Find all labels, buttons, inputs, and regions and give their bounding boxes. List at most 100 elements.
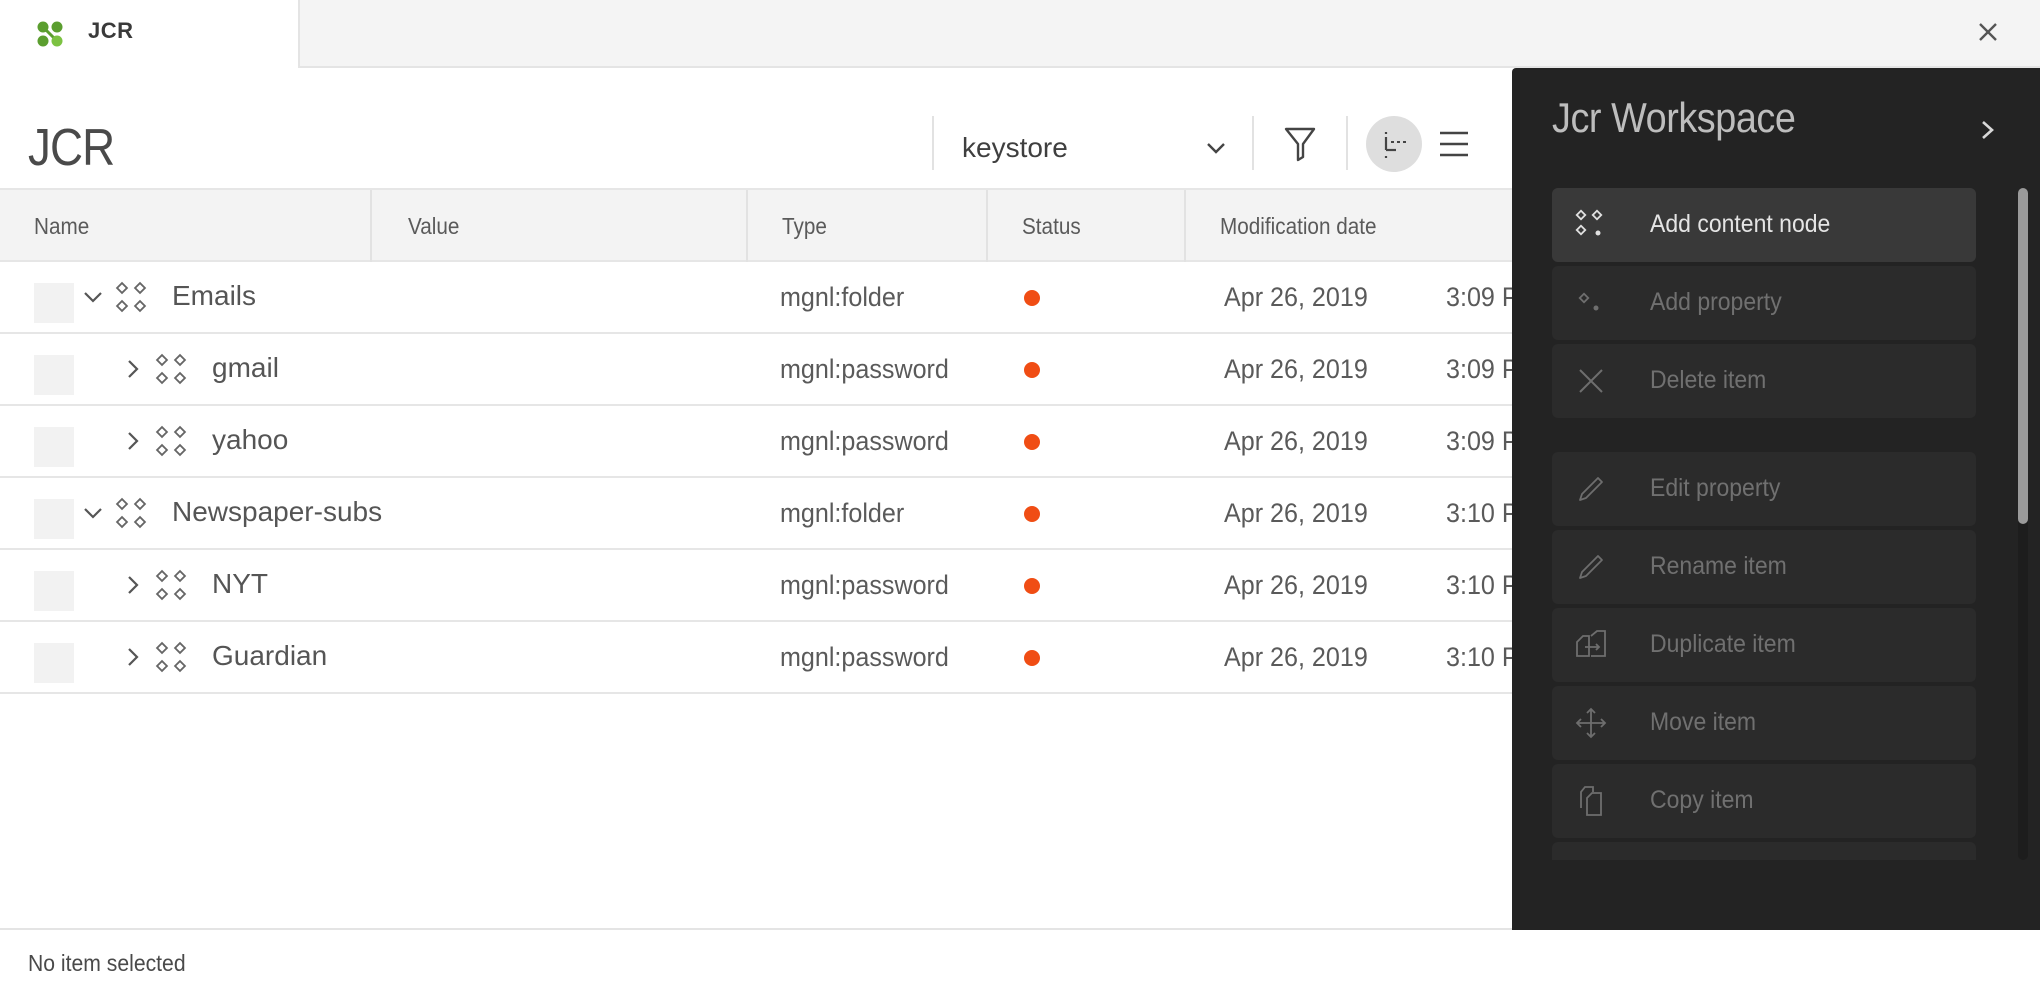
table-row[interactable]: Newspaper-subs mgnl:folder Apr 26, 2019 … [0, 478, 1512, 550]
action-label: Copy item [1650, 786, 1754, 814]
action-label: Edit property [1650, 474, 1781, 502]
actions-panel: Jcr Workspace Add content node Add prope… [1512, 68, 2040, 930]
filter-button[interactable] [1278, 122, 1322, 166]
column-header-name[interactable]: Name [0, 190, 372, 262]
row-checkbox[interactable] [34, 571, 74, 611]
node-type: mgnl:password [780, 570, 949, 600]
toolbar-divider [932, 116, 934, 170]
chevron-down-icon[interactable] [80, 284, 106, 310]
action-delete-item[interactable]: Delete item [1552, 344, 1976, 418]
node-name: Guardian [212, 640, 328, 671]
action-duplicate-item[interactable]: Duplicate item [1552, 608, 1976, 682]
copy-icon [1580, 786, 1602, 816]
jcr-tree-table: Name Value Type Status Modification date… [0, 188, 1512, 928]
table-row[interactable]: Guardian mgnl:password Apr 26, 2019 3:10… [0, 622, 1512, 694]
actions-panel-title: Jcr Workspace [1552, 94, 1796, 141]
add-node-icon [1575, 209, 1603, 236]
status-indicator [1024, 434, 1040, 450]
page-title: JCR [28, 119, 115, 177]
chevron-down-icon [1207, 143, 1225, 154]
list-view-toggle[interactable] [1432, 122, 1476, 166]
footer-divider [0, 928, 1512, 930]
table-row[interactable]: yahoo mgnl:password Apr 26, 2019 3:09 PM [0, 406, 1512, 478]
modification-time: 3:10 PM [1446, 498, 1512, 528]
toolbar-divider [1346, 116, 1348, 170]
modification-date: Apr 26, 2019 [1224, 282, 1368, 312]
action-rename-item[interactable]: Rename item [1552, 530, 1976, 604]
node-type: mgnl:password [780, 354, 949, 384]
modification-date: Apr 26, 2019 [1224, 642, 1368, 672]
action-add-content-node[interactable]: Add content node [1552, 188, 1976, 262]
table-body: Emails mgnl:folder Apr 26, 2019 3:09 PM … [0, 262, 1512, 694]
content-node-icon [155, 353, 187, 385]
node-type: mgnl:password [780, 642, 949, 672]
modification-time: 3:09 PM [1446, 354, 1512, 384]
actions-scrollbar[interactable] [2018, 188, 2028, 860]
modification-time: 3:09 PM [1446, 426, 1512, 456]
action-edit-property[interactable]: Edit property [1552, 452, 1976, 526]
row-checkbox[interactable] [34, 283, 74, 323]
row-checkbox[interactable] [34, 427, 74, 467]
filter-icon [1284, 127, 1316, 162]
node-type: mgnl:folder [780, 498, 905, 528]
table-row[interactable]: NYT mgnl:password Apr 26, 2019 3:10 PM [0, 550, 1512, 622]
app-tab-bar: JCR [0, 0, 2040, 68]
chevron-right-icon[interactable] [120, 644, 146, 670]
content-node-icon [115, 281, 147, 313]
modification-time: 3:10 PM [1446, 642, 1512, 672]
table-row[interactable]: Emails mgnl:folder Apr 26, 2019 3:09 PM [0, 262, 1512, 334]
chevron-right-icon[interactable] [120, 428, 146, 454]
node-type: mgnl:folder [780, 282, 905, 312]
column-header-value[interactable]: Value [372, 190, 748, 262]
node-name: Newspaper-subs [172, 496, 383, 527]
duplicate-icon [1576, 630, 1606, 657]
node-name: yahoo [212, 424, 289, 455]
modification-time: 3:10 PM [1446, 570, 1512, 600]
content-node-icon [155, 425, 187, 457]
actions-scrollbar-thumb[interactable] [2018, 188, 2028, 524]
modification-date: Apr 26, 2019 [1224, 354, 1368, 384]
column-header-type[interactable]: Type [748, 190, 988, 262]
node-name: NYT [212, 568, 268, 599]
jcr-app-logo-icon [37, 21, 63, 47]
status-indicator [1024, 290, 1040, 306]
workspace-select-value: keystore [962, 132, 1068, 163]
chevron-down-icon[interactable] [80, 500, 106, 526]
selection-status: No item selected [28, 950, 186, 976]
chevron-right-icon[interactable] [1974, 112, 2002, 148]
modification-date: Apr 26, 2019 [1224, 498, 1368, 528]
row-checkbox[interactable] [34, 499, 74, 539]
tree-view-icon [1384, 132, 1406, 158]
modification-date: Apr 26, 2019 [1224, 426, 1368, 456]
move-icon [1575, 707, 1607, 739]
action-move-item[interactable]: Move item [1552, 686, 1976, 760]
row-checkbox[interactable] [34, 355, 74, 395]
modification-date: Apr 26, 2019 [1224, 570, 1368, 600]
column-header-status[interactable]: Status [988, 190, 1186, 262]
node-type: mgnl:password [780, 426, 949, 456]
node-name: gmail [212, 352, 279, 383]
column-header-modification-date[interactable]: Modification date [1186, 190, 1512, 262]
action-more[interactable] [1552, 842, 1976, 860]
pencil-icon [1579, 555, 1603, 579]
status-indicator [1024, 506, 1040, 522]
tab-jcr[interactable]: JCR [0, 0, 300, 68]
chevron-right-icon[interactable] [120, 356, 146, 382]
modification-time: 3:09 PM [1446, 282, 1512, 312]
action-copy-item[interactable]: Copy item [1552, 764, 1976, 838]
actions-list: Add content node Add property Delete ite… [1552, 188, 1976, 860]
chevron-right-icon[interactable] [120, 572, 146, 598]
tree-view-toggle[interactable] [1366, 116, 1422, 172]
table-row[interactable]: gmail mgnl:password Apr 26, 2019 3:09 PM [0, 334, 1512, 406]
status-indicator [1024, 362, 1040, 378]
action-label: Add property [1650, 288, 1782, 316]
delete-icon [1579, 369, 1603, 393]
action-add-property[interactable]: Add property [1552, 266, 1976, 340]
status-indicator [1024, 650, 1040, 666]
action-label: Rename item [1650, 552, 1787, 580]
close-icon[interactable] [1972, 16, 2004, 48]
row-checkbox[interactable] [34, 643, 74, 683]
pencil-icon [1579, 477, 1603, 501]
add-property-icon [1578, 292, 1599, 311]
workspace-select[interactable]: keystore [936, 120, 1236, 176]
